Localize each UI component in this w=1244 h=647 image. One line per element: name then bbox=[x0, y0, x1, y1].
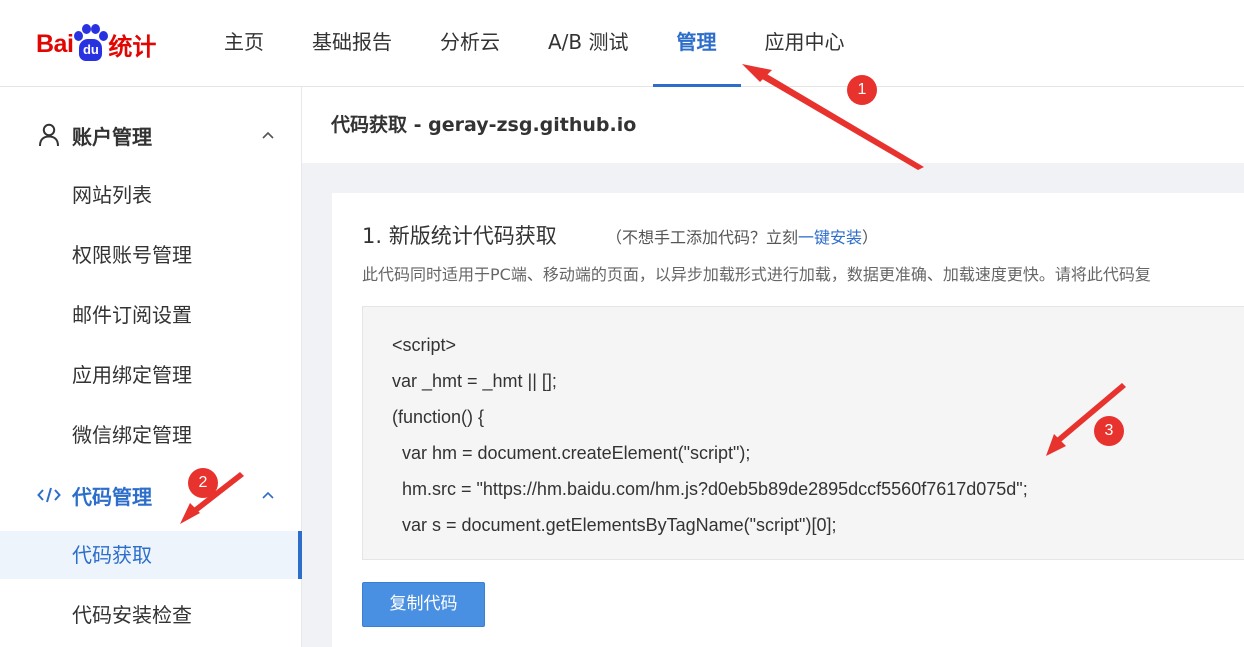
sidebar-item-code-install-check[interactable]: 代码安装检查 bbox=[0, 591, 298, 639]
sidebar-group-code[interactable]: 代码管理 bbox=[0, 465, 302, 525]
sidebar-group-label: 代码管理 bbox=[72, 484, 152, 509]
copy-code-button[interactable]: 复制代码 bbox=[362, 582, 485, 627]
sidebar-item-code-get[interactable]: 代码获取 bbox=[0, 531, 302, 579]
annotation-badge-2: 2 bbox=[188, 468, 218, 498]
main-content: 代码获取 - geray-zsg.github.io 1. 新版统计代码获取 （… bbox=[302, 87, 1244, 647]
sidebar-item-permissions[interactable]: 权限账号管理 bbox=[0, 231, 298, 279]
sidebar-item-site-list[interactable]: 网站列表 bbox=[0, 171, 298, 219]
code-icon bbox=[36, 482, 62, 508]
hint-prefix: （不想手工添加代码？立刻 bbox=[606, 228, 799, 247]
chevron-up-icon bbox=[262, 131, 274, 139]
logo-tongji-text: 统计 bbox=[108, 32, 157, 61]
sidebar: 账户管理 网站列表 权限账号管理 邮件订阅设置 应用绑定管理 微信绑定管理 代码… bbox=[0, 87, 302, 647]
baidu-tongji-logo[interactable]: Bai du 统计 bbox=[36, 22, 156, 66]
code-line: var hm = document.createElement("script"… bbox=[392, 443, 751, 463]
sidebar-item-email-subscription[interactable]: 邮件订阅设置 bbox=[0, 291, 298, 339]
nav-management[interactable]: 管理 bbox=[652, 0, 741, 87]
top-nav: 主页 基础报告 分析云 A/B 测试 管理 应用中心 bbox=[200, 0, 869, 87]
one-click-install-link[interactable]: 一键安装 bbox=[798, 228, 862, 247]
section-title: 1. 新版统计代码获取 bbox=[362, 224, 557, 248]
code-line: var s = document.getElementsByTagName("s… bbox=[392, 515, 837, 535]
section-description: 此代码同时适用于PC端、移动端的页面，以异步加载形式进行加载，数据更准确、加载速… bbox=[362, 265, 1151, 284]
page-title: 代码获取 - geray-zsg.github.io bbox=[302, 87, 1244, 163]
nav-analytics-cloud[interactable]: 分析云 bbox=[416, 0, 524, 87]
code-line: hm.src = "https://hm.baidu.com/hm.js?d0e… bbox=[392, 479, 1028, 499]
sidebar-group-label: 账户管理 bbox=[72, 124, 152, 149]
sidebar-group-account[interactable]: 账户管理 bbox=[0, 105, 302, 165]
nav-basic-reports[interactable]: 基础报告 bbox=[288, 0, 416, 87]
code-line: <script> bbox=[392, 335, 457, 355]
user-icon bbox=[36, 122, 62, 148]
paw-icon: du bbox=[74, 24, 109, 64]
chevron-up-icon bbox=[262, 491, 274, 499]
nav-ab-test[interactable]: A/B 测试 bbox=[524, 0, 653, 87]
annotation-badge-3: 3 bbox=[1094, 416, 1124, 446]
annotation-badge-1: 1 bbox=[847, 75, 877, 105]
hint-suffix: ） bbox=[862, 228, 879, 247]
code-line: var _hmt = _hmt || []; bbox=[392, 371, 557, 391]
logo-bai-text: Bai bbox=[36, 29, 74, 58]
logo-du-text: du bbox=[79, 39, 103, 61]
nav-home[interactable]: 主页 bbox=[200, 0, 288, 87]
nav-app-center[interactable]: 应用中心 bbox=[741, 0, 869, 87]
section-hint: （不想手工添加代码？立刻一键安装） bbox=[606, 224, 878, 248]
sidebar-item-app-binding[interactable]: 应用绑定管理 bbox=[0, 351, 298, 399]
sidebar-item-wechat-binding[interactable]: 微信绑定管理 bbox=[0, 411, 298, 459]
top-header: Bai du 统计 主页 基础报告 分析云 A/B 测试 管理 应用中心 bbox=[0, 0, 1244, 87]
